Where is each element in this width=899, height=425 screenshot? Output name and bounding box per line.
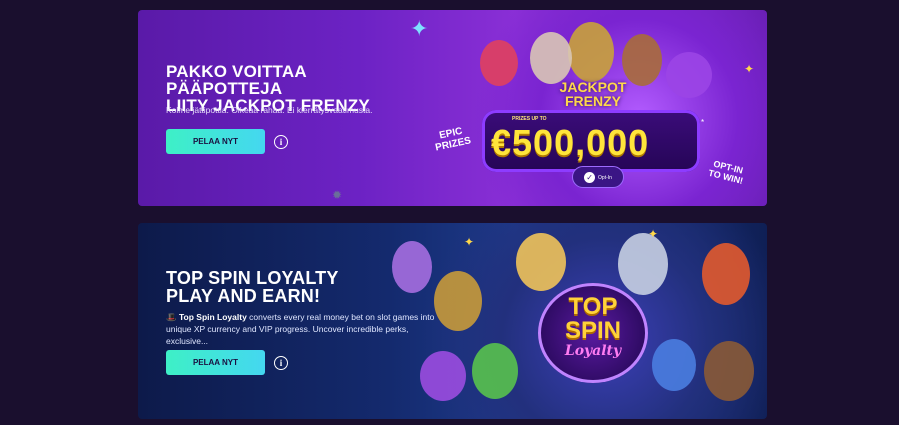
info-icon[interactable]: i	[274, 135, 288, 149]
play-now-button[interactable]: PELAA NYT	[166, 129, 265, 154]
wizard-character-image	[618, 233, 668, 295]
explorer-character-image	[622, 34, 662, 86]
promo-description: 🎩 Top Spin Loyalty converts every real m…	[166, 311, 438, 347]
description-highlight: Top Spin Loyalty	[178, 312, 247, 322]
jackpot-frenzy-logo: JACKPOT FRENZY	[559, 79, 627, 109]
promo-banner-top-spin-loyalty[interactable]: ✦ ✦ TOP SPIN Loyalty TOP SPIN LOYALTY PL…	[138, 223, 767, 419]
jackpot-amount: €500,000	[491, 122, 650, 163]
goddess-character-image	[516, 233, 566, 291]
top-spin-loyalty-logo: TOP SPIN Loyalty	[538, 283, 648, 383]
play-now-button[interactable]: PELAA NYT	[166, 350, 265, 375]
ghost-character-image	[652, 339, 696, 391]
pharaoh-character-image	[568, 22, 614, 82]
opt-in-label: Opt-In	[598, 174, 612, 181]
monster-character-image	[666, 52, 712, 98]
check-icon: ✓	[584, 171, 596, 183]
cat-character-image	[420, 351, 466, 401]
promo-title: TOP SPIN LOYALTY PLAY AND EARN!	[166, 268, 339, 306]
leprechaun-character-image	[702, 243, 750, 305]
king-character-image	[434, 271, 482, 331]
sparkle-icon: ✦	[648, 227, 659, 241]
sparkle-icon: ✦	[464, 235, 475, 249]
star-icon: ✦	[410, 16, 429, 41]
opt-in-button[interactable]: ✓ Opt-In	[572, 166, 624, 188]
sparkle-icon: ✹	[332, 188, 343, 202]
amount-footnote-mark: *	[701, 118, 705, 127]
frog-character-image	[472, 343, 518, 399]
info-icon[interactable]: i	[274, 356, 288, 370]
top-hat-icon: 🎩	[166, 312, 177, 322]
fairy-character-image	[392, 241, 432, 293]
zeus-character-image	[530, 32, 572, 84]
promo-banner-jackpot-frenzy[interactable]: ✦ ✦ ✹ JACKPOT FRENZY PRIZES UP TO €500,0…	[138, 10, 767, 206]
sparkle-icon: ✦	[744, 62, 755, 76]
bear-character-image	[704, 341, 754, 401]
promo-description: Kolme jättipottia. Oikeaa rahaa. Ei kier…	[166, 105, 373, 115]
jester-character-image	[480, 40, 518, 86]
